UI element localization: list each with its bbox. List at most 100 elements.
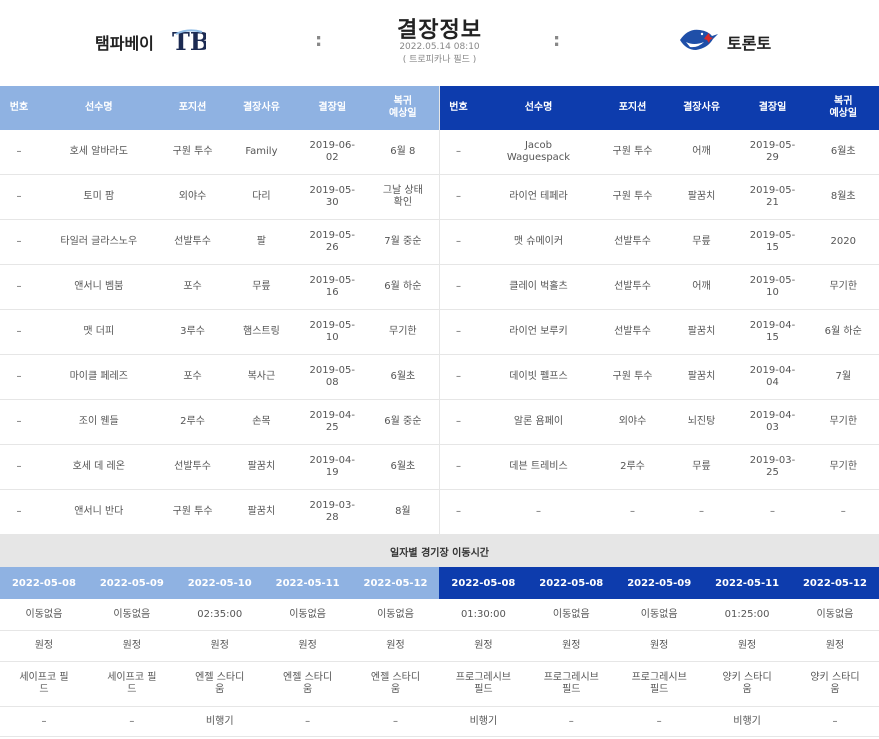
row-reason: 팔꿈치	[247, 506, 276, 517]
row-player-name[interactable]: 토미 팜	[38, 175, 160, 219]
row-player-name[interactable]: 타일러 글라스노우	[38, 220, 160, 264]
home-travel-date: 2022-05-09	[87, 567, 176, 599]
row-player-name[interactable]: 라이언 테페라	[478, 175, 600, 219]
row-return-date: 6월 8	[390, 146, 416, 157]
travel-stadium-cell: 프로그레시브 필드	[455, 672, 511, 695]
row-return-date: 2020	[830, 236, 856, 247]
row-return-date: 8월	[395, 506, 411, 517]
row-player-name[interactable]: 앤서니 반다	[38, 490, 160, 534]
col-number: 번호	[449, 102, 468, 113]
row-position: 2루수	[620, 461, 645, 472]
row-player-name[interactable]: 데이빗 펠프스	[478, 355, 600, 399]
row-position: –	[630, 506, 635, 517]
table-row: – 데븐 트레비스 2루수 무릎 2019-03- 25 무기한	[439, 445, 879, 490]
row-reason: 무릎	[692, 461, 711, 472]
table-row: – 데이빗 펠프스 구원 투수 팔꿈치 2019-04- 04 7월	[439, 355, 879, 400]
table-row: – 맷 슈메이커 선발투수 무릎 2019-05- 15 2020	[439, 220, 879, 265]
home-travel-date: 2022-05-08	[0, 567, 88, 599]
travel-home-away-cell: 원정	[737, 640, 757, 651]
travel-home-away-cell: 원정	[298, 640, 317, 651]
row-player-name[interactable]: Jacob Waguespack	[478, 130, 600, 174]
row-return-date: 6월초	[390, 371, 416, 382]
row-player-name[interactable]: 앤서니 벰붐	[38, 265, 160, 309]
col-injury-date: 결장일	[318, 102, 347, 113]
col-return-date: 복귀 예상일	[389, 96, 417, 119]
table-row: – 알론 욤페이 외야수 뇌진탕 2019-04- 03 무기한	[439, 400, 879, 445]
table-row: – 조이 웬들 2루수 손목 2019-04- 25 6월 중순	[0, 400, 439, 445]
col-position: 포지션	[178, 102, 207, 113]
away-travel-date: 2022-05-08	[439, 567, 528, 599]
row-player-name[interactable]: 호세 데 레온	[38, 445, 160, 489]
home-travel-date: 2022-05-12	[351, 567, 440, 599]
row-injury-date: 2019-05- 30	[309, 185, 355, 208]
table-row: – 타일러 글라스노우 선발투수 팔 2019-05- 26 7월 중순	[0, 220, 439, 265]
row-number: –	[16, 146, 22, 157]
row-player-name[interactable]: 데븐 트레비스	[478, 445, 600, 489]
row-player-name[interactable]: 마이클 페레즈	[38, 355, 160, 399]
row-injury-date: 2019-04- 19	[309, 455, 355, 478]
travel-home-away-cell: 원정	[34, 640, 54, 651]
travel-transport-cell: 비행기	[733, 715, 761, 727]
row-reason: 무릎	[692, 236, 711, 247]
travel-transport-cell: –	[129, 715, 135, 727]
injury-table: 번호 선수명 포지션 결장사유 결장일 복귀 예상일 – 호세 알바라도 구원 투수…	[0, 86, 879, 535]
travel-home-away-cell: 원정	[474, 640, 493, 651]
home-injury-rows: – 호세 알바라도 구원 투수 Family 2019-06- 02 6월 8– 토미 팜외…	[0, 130, 439, 535]
travel-move-time-cell: 01:25:00	[724, 608, 770, 620]
row-player-name[interactable]: 호세 알바라도	[38, 130, 160, 174]
table-row: – 앤서니 벰붐 포수 무릎 2019-05- 16 6월 하순	[0, 265, 439, 310]
travel-move-time-cell: 이동없음	[552, 608, 590, 620]
travel-home-away-cell: 원정	[562, 640, 581, 651]
travel-home-away-cell: 원정	[386, 640, 405, 651]
away-travel-date: 2022-05-08	[527, 567, 616, 599]
row-position: 구원 투수	[612, 371, 653, 382]
home-travel-date: 2022-05-10	[175, 567, 264, 599]
table-row: – Jacob Waguespack 구원 투수 어깨 2019-05- 29 6월초	[439, 130, 879, 175]
row-injury-date: 2019-04- 25	[309, 410, 355, 433]
row-return-date: 무기한	[829, 416, 858, 427]
row-reason: 뇌진탕	[687, 416, 716, 427]
travel-home-away-cell: 원정	[649, 640, 669, 651]
row-injury-date: 2019-05- 29	[749, 140, 796, 163]
row-player-name[interactable]: 라이언 보루키	[478, 310, 600, 354]
travel-move-time-cell: 01:30:00	[460, 608, 506, 620]
row-return-date: 7월	[835, 371, 852, 382]
row-player-name[interactable]: 맷 더피	[38, 310, 160, 354]
travel-date-header: 2022-05-08 2022-05-09 2022-05-10 2022-05-11…	[0, 567, 879, 599]
row-return-date: 그날 상태 확인	[382, 185, 423, 208]
row-player-name[interactable]: 클레이 벅홀츠	[478, 265, 600, 309]
row-injury-date: 2019-03- 25	[749, 455, 796, 478]
travel-section-title: 일자별 경기장 이동시간	[0, 535, 879, 567]
travel-transport-cell: 비행기	[205, 715, 234, 727]
row-injury-date: 2019-05- 08	[309, 365, 355, 388]
row-position: 2루수	[180, 416, 205, 427]
row-player-name[interactable]: –	[478, 490, 600, 534]
travel-stadium-cell: 프로그레시브 필드	[631, 672, 687, 695]
row-position: 선발투수	[614, 236, 651, 247]
row-number: –	[456, 371, 461, 382]
row-reason: 팔꿈치	[247, 461, 276, 472]
row-player-name[interactable]: 조이 웬들	[38, 400, 160, 444]
row-position: 3루수	[180, 326, 205, 337]
row-number: –	[456, 236, 461, 247]
row-player-name[interactable]: 맷 슈메이커	[478, 220, 600, 264]
row-reason: –	[699, 506, 704, 517]
travel-home-away-cell: 원정	[825, 640, 845, 651]
row-return-date: 6월 하순	[384, 281, 422, 292]
travel-move-time-cell: 이동없음	[25, 608, 63, 620]
travel-stadium-cell: 엔젤 스타디 움	[283, 672, 333, 695]
row-position: 구원 투수	[612, 191, 653, 202]
row-number: –	[16, 191, 22, 202]
row-return-date: 무기한	[829, 461, 858, 472]
row-position: 선발투수	[614, 281, 651, 292]
row-reason: 어깨	[692, 281, 711, 292]
row-return-date: 6월초	[830, 146, 856, 157]
row-position: 선발투수	[614, 326, 651, 337]
away-team-name[interactable]: 토론토	[727, 30, 771, 54]
travel-transport-cell: –	[305, 715, 311, 727]
col-reason: 결장사유	[683, 102, 720, 113]
row-position: 선발투수	[174, 236, 211, 247]
row-injury-date: 2019-04- 04	[749, 365, 796, 388]
row-player-name[interactable]: 알론 욤페이	[478, 400, 600, 444]
header-separator-right: :	[553, 30, 561, 51]
